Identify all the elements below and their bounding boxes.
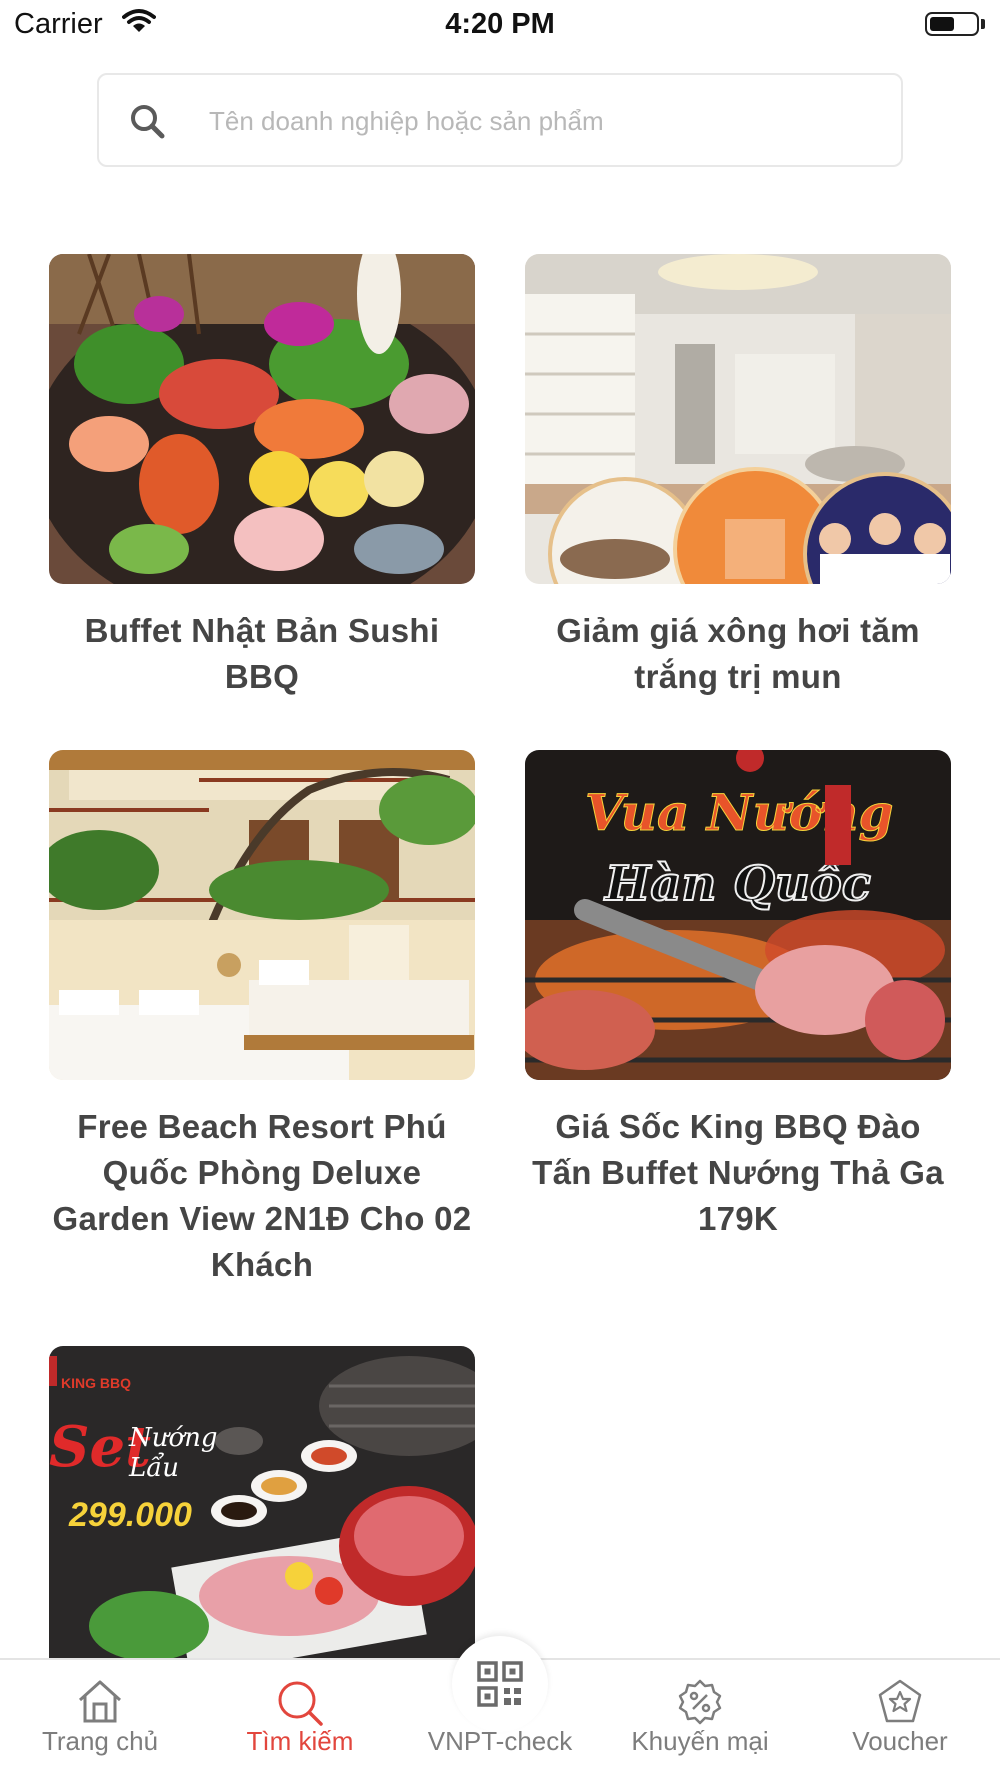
bbq-set-lau: Lẩu (128, 1452, 179, 1483)
vnpt-check-button[interactable] (452, 1636, 548, 1732)
bbq-set-price: 299.000 (68, 1496, 192, 1534)
bbq-set-brand: KING BBQ (61, 1375, 131, 1391)
tab-label: Tìm kiếm (246, 1726, 354, 1756)
tab-promotions[interactable]: Khuyến mại (600, 1660, 800, 1780)
card-image-sushi[interactable] (49, 254, 475, 584)
card-title: Free Beach Resort Phú Quốc Phòng Deluxe … (52, 1108, 472, 1283)
card-image-spa[interactable] (525, 254, 951, 584)
card-title: Giảm giá xông hơi tăm trắng trị mun (556, 612, 920, 695)
search-input[interactable] (207, 95, 871, 147)
card-image-resort[interactable] (49, 750, 475, 1080)
tab-label: Voucher (852, 1726, 948, 1756)
card-image-bbq-set[interactable]: KING BBQ Set Nướng Lẩu 299.000 (49, 1346, 475, 1676)
qr-code-icon (476, 1660, 524, 1713)
tab-home[interactable]: Trang chủ (0, 1660, 200, 1780)
home-icon (76, 1678, 124, 1729)
card-title: Giá Sốc King BBQ Đào Tấn Buffet Nướng Th… (532, 1108, 944, 1237)
clock: 4:20 PM (445, 8, 555, 40)
tab-label: Khuyến mại (631, 1726, 769, 1756)
search-icon (275, 1678, 325, 1731)
card-title: Buffet Nhật Bản Sushi BBQ (84, 612, 440, 695)
product-card[interactable]: Buffet Nhật Bản Sushi BBQ (49, 254, 475, 700)
tab-label: Trang chủ (41, 1726, 159, 1756)
tab-voucher[interactable]: Voucher (800, 1660, 1000, 1780)
battery-cap (981, 19, 985, 29)
star-badge-icon (876, 1678, 924, 1731)
search-icon (129, 103, 165, 144)
discount-badge-icon (676, 1678, 724, 1731)
card-image-korean-bbq[interactable]: Vua Nướng Hàn Quốc (525, 750, 951, 1080)
bbq-set-nuong: Nướng (128, 1423, 218, 1453)
product-card[interactable]: KING BBQ Set Nướng Lẩu 299.000 (49, 1346, 475, 1676)
product-card[interactable]: Giảm giá xông hơi tăm trắng trị mun (525, 254, 951, 700)
search-bar[interactable] (97, 73, 903, 167)
battery-icon (925, 12, 979, 36)
status-bar: Carrier 4:20 PM (0, 0, 1000, 50)
product-card[interactable]: Free Beach Resort Phú Quốc Phòng Deluxe … (49, 750, 475, 1288)
product-card[interactable]: Vua Nướng Hàn Quốc Giá Sốc King BBQ Đào … (525, 750, 951, 1242)
tab-search[interactable]: Tìm kiếm (200, 1660, 400, 1780)
